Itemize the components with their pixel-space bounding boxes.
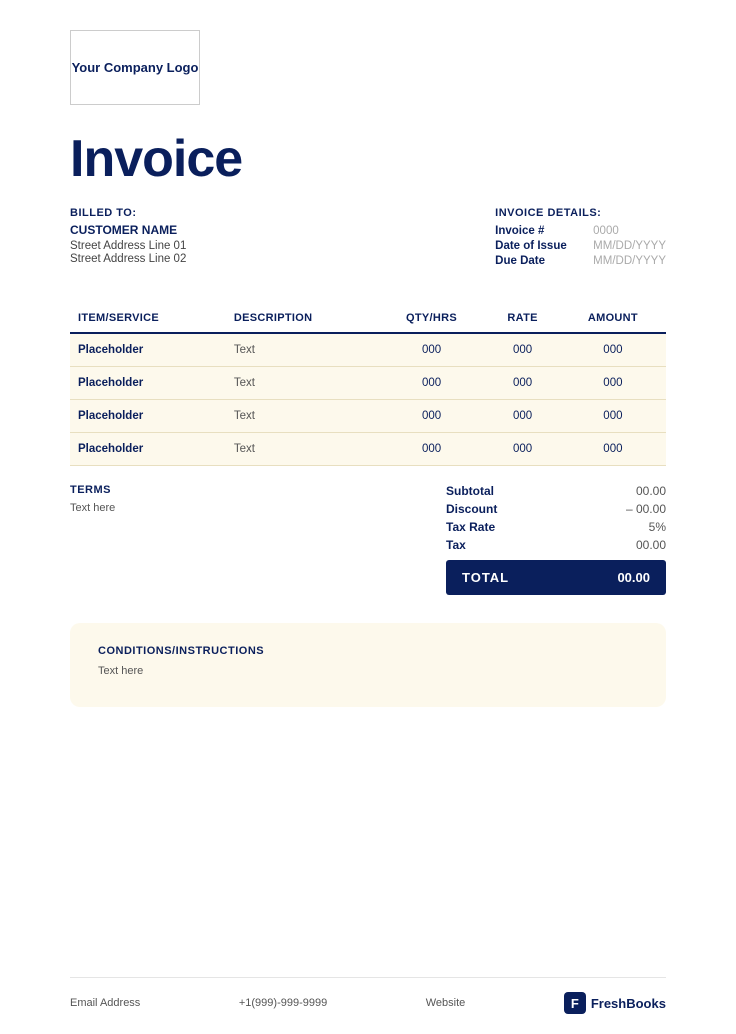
- due-date-value: MM/DD/YYYY: [593, 255, 666, 267]
- row-amount-0: 000: [560, 333, 666, 367]
- discount-value: – 00.00: [596, 502, 666, 516]
- detail-row-due-date: Due Date MM/DD/YYYY: [495, 255, 666, 267]
- col-header-item: ITEM/SERVICE: [70, 306, 226, 333]
- col-header-rate: RATE: [485, 306, 559, 333]
- billed-section: BILLED TO: CUSTOMER NAME Street Address …: [70, 207, 186, 270]
- row-qty-0: 000: [378, 333, 486, 367]
- bottom-section: TERMS Text here Subtotal 00.00 Discount …: [70, 484, 666, 595]
- footer-email: Email Address: [70, 997, 140, 1009]
- row-desc-2: Text: [226, 400, 378, 433]
- row-qty-1: 000: [378, 367, 486, 400]
- row-desc-1: Text: [226, 367, 378, 400]
- footer-website: Website: [426, 997, 466, 1009]
- tax-value: 00.00: [596, 538, 666, 552]
- billed-label: BILLED TO:: [70, 207, 186, 219]
- row-amount-1: 000: [560, 367, 666, 400]
- row-rate-0: 000: [485, 333, 559, 367]
- conditions-text: Text here: [98, 665, 638, 677]
- terms-section: TERMS Text here: [70, 484, 115, 514]
- address-line-1: Street Address Line 01: [70, 240, 186, 252]
- freshbooks-brand: FreshBooks: [591, 996, 666, 1011]
- row-rate-1: 000: [485, 367, 559, 400]
- terms-label: TERMS: [70, 484, 115, 496]
- table-row: Placeholder Text 000 000 000: [70, 433, 666, 466]
- totals-subtotal-row: Subtotal 00.00: [446, 484, 666, 498]
- invoice-num-value: 0000: [593, 225, 619, 237]
- totals-tax-row: Tax 00.00: [446, 538, 666, 552]
- taxrate-label: Tax Rate: [446, 520, 536, 534]
- discount-label: Discount: [446, 502, 536, 516]
- col-header-amount: AMOUNT: [560, 306, 666, 333]
- col-header-desc: DESCRIPTION: [226, 306, 378, 333]
- row-desc-3: Text: [226, 433, 378, 466]
- row-item-2: Placeholder: [70, 400, 226, 433]
- row-qty-3: 000: [378, 433, 486, 466]
- subtotal-value: 00.00: [596, 484, 666, 498]
- table-row: Placeholder Text 000 000 000: [70, 400, 666, 433]
- invoice-num-label: Invoice #: [495, 225, 585, 237]
- terms-text: Text here: [70, 502, 115, 514]
- tax-label: Tax: [446, 538, 536, 552]
- row-item-1: Placeholder: [70, 367, 226, 400]
- date-issue-value: MM/DD/YYYY: [593, 240, 666, 252]
- total-label: TOTAL: [462, 570, 509, 585]
- freshbooks-logo: F FreshBooks: [564, 992, 666, 1014]
- date-issue-label: Date of Issue: [495, 240, 585, 252]
- row-item-0: Placeholder: [70, 333, 226, 367]
- row-item-3: Placeholder: [70, 433, 226, 466]
- invoice-details-label: INVOICE DETAILS:: [495, 207, 666, 219]
- row-amount-3: 000: [560, 433, 666, 466]
- row-desc-0: Text: [226, 333, 378, 367]
- row-qty-2: 000: [378, 400, 486, 433]
- detail-row-invoice-num: Invoice # 0000: [495, 225, 666, 237]
- header-row: BILLED TO: CUSTOMER NAME Street Address …: [70, 207, 666, 270]
- conditions-box: CONDITIONS/INSTRUCTIONS Text here: [70, 623, 666, 707]
- totals-discount-row: Discount – 00.00: [446, 502, 666, 516]
- table-row: Placeholder Text 000 000 000: [70, 367, 666, 400]
- subtotal-label: Subtotal: [446, 484, 536, 498]
- footer-phone: +1(999)-999-9999: [239, 997, 327, 1009]
- invoice-table: ITEM/SERVICE DESCRIPTION QTY/HRS RATE AM…: [70, 306, 666, 466]
- total-value: 00.00: [617, 570, 650, 585]
- totals-total-row: TOTAL 00.00: [446, 560, 666, 595]
- table-row: Placeholder Text 000 000 000: [70, 333, 666, 367]
- address-line-2: Street Address Line 02: [70, 253, 186, 265]
- conditions-label: CONDITIONS/INSTRUCTIONS: [98, 645, 638, 657]
- detail-row-date-issue: Date of Issue MM/DD/YYYY: [495, 240, 666, 252]
- customer-name: CUSTOMER NAME: [70, 223, 186, 237]
- row-rate-2: 000: [485, 400, 559, 433]
- invoice-page: Your Company Logo Invoice BILLED TO: CUS…: [0, 0, 736, 1034]
- company-logo: Your Company Logo: [70, 30, 200, 105]
- col-header-qty: QTY/HRS: [378, 306, 486, 333]
- due-date-label: Due Date: [495, 255, 585, 267]
- row-amount-2: 000: [560, 400, 666, 433]
- totals-section: Subtotal 00.00 Discount – 00.00 Tax Rate…: [446, 484, 666, 595]
- row-rate-3: 000: [485, 433, 559, 466]
- totals-taxrate-row: Tax Rate 5%: [446, 520, 666, 534]
- invoice-title: Invoice: [70, 129, 666, 189]
- fb-icon-letter: F: [571, 996, 579, 1011]
- freshbooks-icon: F: [564, 992, 586, 1014]
- invoice-details-section: INVOICE DETAILS: Invoice # 0000 Date of …: [495, 207, 666, 270]
- logo-text: Your Company Logo: [72, 60, 199, 75]
- taxrate-value: 5%: [596, 520, 666, 534]
- footer: Email Address +1(999)-999-9999 Website F…: [70, 977, 666, 1014]
